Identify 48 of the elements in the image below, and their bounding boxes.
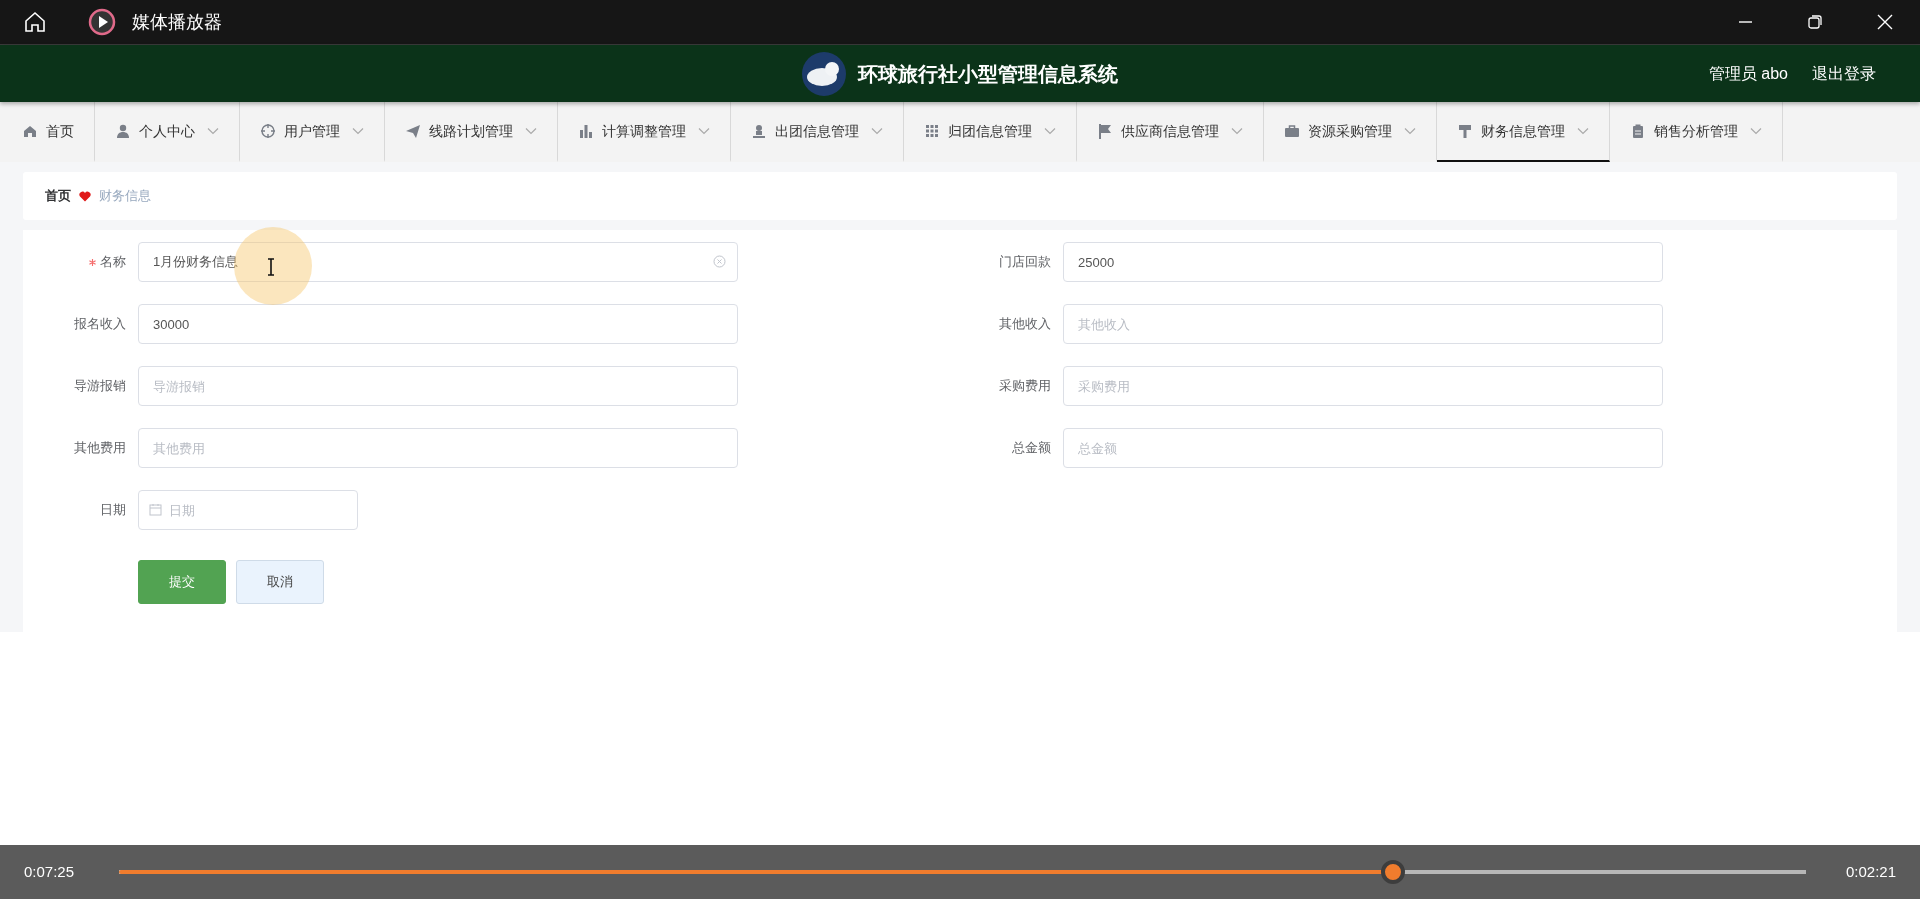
field-label: 其他收入 [999, 315, 1051, 334]
field-label: 名称 [100, 253, 126, 272]
breadcrumb-link[interactable]: 首页 [45, 186, 71, 206]
restore-icon [1807, 14, 1823, 30]
input-field[interactable]: 总金额 [1063, 428, 1663, 468]
home-icon [23, 10, 47, 34]
user-name: 管理员 abo [1708, 63, 1788, 84]
slider-thumb[interactable] [1380, 860, 1405, 884]
input-field[interactable]: 25000 [1063, 242, 1663, 282]
clipboard-icon [1630, 123, 1646, 139]
person-icon [115, 123, 131, 139]
play-icon [88, 8, 116, 36]
paint-roller-icon [1457, 123, 1473, 139]
field-label: 门店回款 [999, 253, 1051, 272]
breadcrumb-current: 财务信息 [99, 187, 151, 206]
remaining-time: 0:02:21 [1845, 861, 1896, 882]
logo-icon [802, 51, 846, 96]
field-label: 其他费用 [74, 439, 126, 458]
flag-icon [1097, 123, 1113, 139]
input-field[interactable]: 其他收入 [1063, 304, 1663, 344]
paper-plane-icon [405, 123, 421, 139]
crosshair-icon [260, 123, 276, 139]
logout-link[interactable]: 退出登录 [1812, 61, 1876, 86]
date-field[interactable]: 日期 [138, 490, 358, 530]
input-field[interactable]: 采购费用 [1063, 366, 1663, 406]
cancel-button[interactable]: 取消 [236, 560, 324, 604]
heart-icon [79, 190, 91, 202]
field-label: 报名收入 [74, 315, 126, 334]
home-icon [22, 123, 38, 139]
elapsed-time: 0:07:25 [24, 861, 75, 882]
window-title: 媒体播放器 [132, 10, 222, 34]
field-label: 导游报销 [74, 377, 126, 396]
person-stamp-icon [751, 123, 767, 139]
input-field[interactable]: 导游报销 [138, 366, 738, 406]
field-label: 总金额 [1012, 439, 1051, 458]
field-label: 采购费用 [999, 377, 1051, 396]
text-cursor-icon [266, 258, 276, 276]
grid-icon [924, 123, 940, 139]
input-field[interactable]: 30000 [138, 304, 738, 344]
system-title: 环球旅行社小型管理信息系统 [858, 61, 1118, 87]
minimize-icon [1738, 21, 1752, 23]
input-field[interactable]: 1月份财务信息 [138, 242, 738, 282]
close-icon [1876, 13, 1894, 31]
bar-chart-icon [578, 123, 594, 139]
briefcase-icon [1284, 123, 1300, 139]
calendar-icon [149, 503, 162, 516]
field-label: 日期 [100, 501, 126, 520]
input-field[interactable]: 其他费用 [138, 428, 738, 468]
